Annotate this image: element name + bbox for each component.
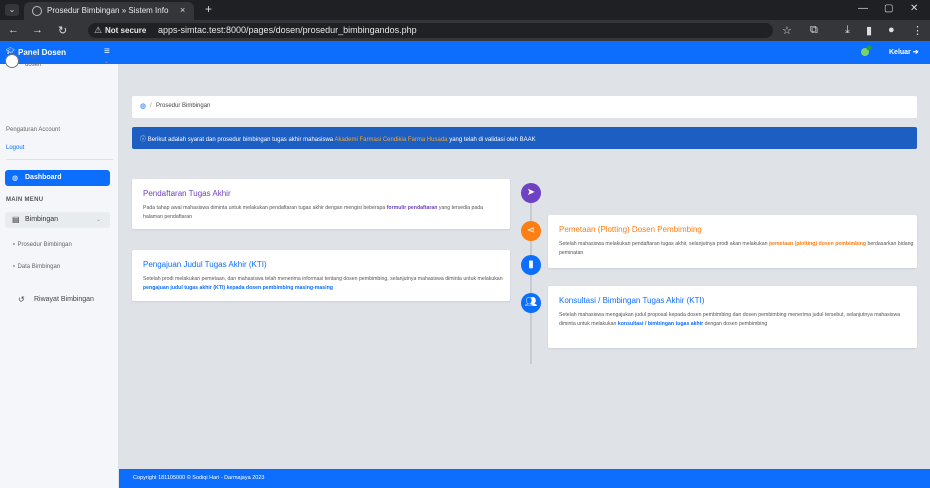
minimize-icon[interactable]: — (858, 3, 868, 14)
pemetaan-link[interactable]: pemetaan (plotting) dosen pembimbing (769, 241, 866, 247)
breadcrumb-current: Prosedur Bimbingan (156, 103, 211, 109)
info-icon: ⓘ (140, 137, 147, 143)
sidebar-item-label: Dashboard (25, 174, 62, 181)
info-banner: ⓘ Berikut adalah syarat dan prosedur bim… (132, 127, 917, 149)
formulir-pendaftaran-link[interactable]: formulir pendaftaran (387, 205, 438, 211)
card-body: Setelah mahasiswa mengajukan judul propo… (559, 311, 914, 329)
dashboard-icon: ◍ (12, 175, 19, 182)
sidebar-item-label: Bimbingan (25, 216, 59, 223)
browser-tab-bar: ⌄ Prosedur Bimbingan » Sistem Info × + —… (0, 0, 930, 20)
notification-icon[interactable] (860, 45, 872, 57)
card-title: Konsultasi / Bimbingan Tugas Akhir (KTI) (559, 296, 705, 305)
sidebar-subitem-label: Prosedur Bimbingan (17, 242, 72, 248)
account-settings-link[interactable]: Pengaturan Account (6, 127, 60, 133)
menu-toggle-icon[interactable]: ≡ (104, 46, 110, 57)
extensions-icon[interactable]: ⧉ (810, 24, 818, 37)
globe-icon (32, 6, 42, 16)
sidebar: 🎓︎ Panel Dosen ≡ amy dosen ⌄ Pengaturan … (0, 41, 119, 488)
url-text: apps-simtac.test:8000/pages/dosen/prosed… (158, 25, 417, 35)
card-text: dengan dosen pembimbing (704, 321, 768, 327)
timeline-card-pemetaan: Pemetaan (Plotting) Dosen Pembimbing Set… (548, 215, 917, 268)
sidebar-subitem-prosedur[interactable]: ∘ Prosedur Bimbingan (12, 241, 72, 248)
timeline-card-konsultasi: Konsultasi / Bimbingan Tugas Akhir (KTI)… (548, 286, 917, 348)
not-secure-label[interactable]: Not secure (105, 26, 146, 35)
card-title: Pendaftaran Tugas Akhir (143, 189, 231, 198)
chevron-down-icon[interactable]: ⌄ (104, 58, 109, 65)
warning-icon: ⚠ (94, 25, 103, 35)
restore-icon[interactable]: ▢ (884, 3, 893, 14)
user-role: dosen (25, 62, 42, 68)
card-text: Setelah mahasiswa melakukan pendaftaran … (559, 241, 768, 247)
new-tab-button[interactable]: + (205, 2, 212, 16)
sidebar-item-dashboard[interactable]: ◍ Dashboard (5, 170, 110, 186)
document-icon: ▮ (521, 255, 541, 275)
sidepanel-icon[interactable]: ▮ (866, 24, 872, 37)
tab-title: Prosedur Bimbingan » Sistem Info (47, 6, 169, 15)
bookmark-star-icon[interactable]: ☆ (782, 24, 792, 37)
back-icon[interactable]: ← (8, 24, 19, 36)
card-title: Pemetaan (Plotting) Dosen Pembimbing (559, 225, 702, 234)
browser-tab[interactable]: Prosedur Bimbingan » Sistem Info × (24, 2, 194, 20)
share-icon: ⋖ (521, 221, 541, 241)
main-content: ◍ / Prosedur Bimbingan ⓘ Berikut adalah … (119, 64, 930, 469)
forward-icon[interactable]: → (32, 24, 43, 36)
user-avatar[interactable] (5, 54, 19, 68)
card-body: Pada tahap awal mahasiswa diminta untuk … (143, 204, 503, 222)
info-text: ⓘ Berikut adalah syarat dan prosedur bim… (140, 134, 536, 143)
timeline-card-pendaftaran: Pendaftaran Tugas Akhir Pada tahap awal … (132, 179, 510, 229)
breadcrumb-separator: / (150, 103, 152, 109)
card-text: Pada tahap awal mahasiswa diminta untuk … (143, 205, 386, 211)
history-icon: ↺ (18, 295, 25, 304)
konsultasi-link[interactable]: konsultasi / bimbingan tugas akhir (618, 321, 703, 327)
info-suffix: yang telah di validasi oleh BAAK (449, 137, 536, 143)
sidebar-item-riwayat[interactable]: Riwayat Bimbingan (34, 296, 94, 303)
tab-search-button[interactable]: ⌄ (5, 4, 19, 16)
timeline-card-pengajuan: Pengajuan Judul Tugas Akhir (KTI) Setela… (132, 250, 510, 301)
info-highlight: Akademi Farmasi Cendikia Farma Husada (334, 137, 448, 143)
card-body: Setelah mahasiswa melakukan pendaftaran … (559, 240, 914, 258)
tab-close-button[interactable]: × (180, 5, 185, 15)
card-body: Setelah prodi melakukan pemetaan, dan ma… (143, 275, 505, 293)
users-icon: 👥︎ (521, 293, 541, 313)
profile-icon[interactable]: ● (888, 24, 895, 36)
book-icon: ▤ (12, 215, 20, 224)
send-icon: ➤ (521, 183, 541, 203)
sidebar-subitem-data[interactable]: ∘ Data Bimbingan (12, 263, 60, 270)
card-title: Pengajuan Judul Tugas Akhir (KTI) (143, 260, 267, 269)
top-navbar: Keluar ➔ (119, 41, 930, 64)
pengajuan-judul-link[interactable]: pengajuan judul tugas akhir (KTI) kepada… (143, 285, 333, 291)
url-field[interactable]: ⚠ Not secure apps-simtac.test:8000/pages… (88, 23, 773, 38)
breadcrumb: ◍ / Prosedur Bimbingan (132, 96, 917, 118)
sidebar-subitem-label: Data Bimbingan (17, 264, 61, 270)
card-text: Setelah prodi melakukan pemetaan, dan ma… (143, 276, 503, 282)
close-window-icon[interactable]: ✕ (910, 3, 918, 14)
address-bar: ← → ↻ ⚠ Not secure apps-simtac.test:8000… (0, 20, 930, 41)
reload-icon[interactable]: ↻ (58, 24, 67, 37)
download-icon[interactable]: ⤓ (845, 24, 850, 37)
info-prefix: Berikut adalah syarat dan prosedur bimbi… (147, 137, 334, 143)
chevron-down-icon: ⌄ (96, 217, 102, 223)
sidebar-divider (6, 159, 113, 160)
menu-heading: MAIN MENU (6, 197, 44, 203)
sidebar-item-bimbingan[interactable]: ▤ Bimbingan ⌄ (5, 212, 110, 228)
more-menu-icon[interactable]: ⋮ (912, 24, 923, 37)
globe-icon: ◍ (140, 103, 147, 110)
logout-button[interactable]: Keluar ➔ (889, 48, 919, 56)
footer-copyright: Copyright 181105000 © Sodiqi Hari - Darm… (133, 475, 265, 481)
user-name: amy (25, 54, 37, 60)
logout-label: Keluar (889, 49, 911, 56)
footer: Copyright 181105000 © Sodiqi Hari - Darm… (119, 469, 930, 488)
logout-link[interactable]: Logout (6, 145, 24, 151)
